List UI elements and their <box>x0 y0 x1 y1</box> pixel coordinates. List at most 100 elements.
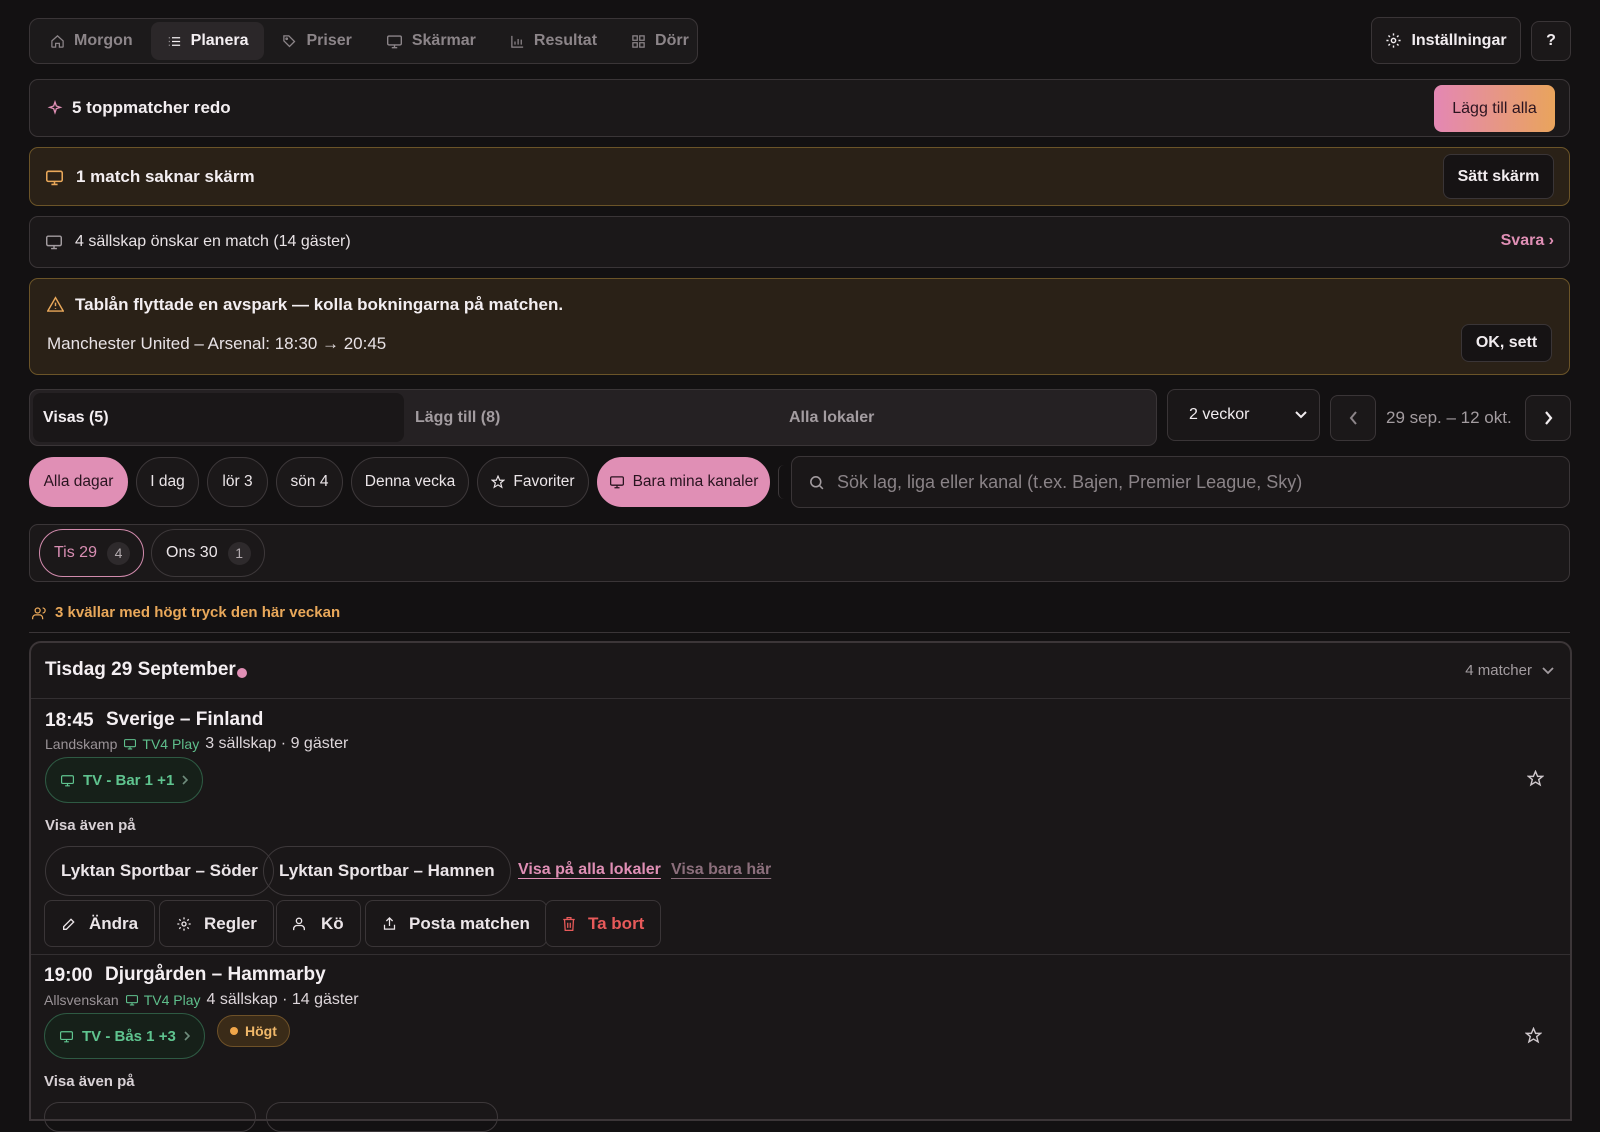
match-guests: 4 sällskap · 14 gäster <box>206 991 359 1008</box>
day-count-badge: 1 <box>227 541 251 565</box>
monitor-icon <box>45 234 63 250</box>
venue-pill[interactable] <box>266 1102 498 1132</box>
requests-text: 4 sällskap önskar en match (14 gäster) <box>75 233 351 250</box>
match-time: 19:00 <box>44 965 93 986</box>
day-header[interactable]: Tisdag 29 September 4 matcher <box>31 643 1570 699</box>
tab-label: Planera <box>190 32 249 49</box>
filter-saturday[interactable]: lör 3 <box>207 457 268 507</box>
set-screen-button[interactable]: Sätt skärm <box>1443 154 1554 199</box>
match-title[interactable]: Djurgården – Hammarby <box>105 964 326 986</box>
chevron-right-icon <box>1544 411 1553 425</box>
filter-label: lör 3 <box>222 473 253 490</box>
search-placeholder: Sök lag, liga eller kanal (t.ex. Bajen, … <box>837 471 1303 492</box>
tab-skarmar[interactable]: Skärmar <box>370 22 492 60</box>
chevron-right-icon <box>184 1031 190 1041</box>
monitor-icon <box>386 34 403 49</box>
edit-button[interactable]: Ändra <box>44 900 156 947</box>
missing-screen-text: 1 match saknar skärm <box>76 167 255 186</box>
chevron-down-icon <box>1295 411 1307 419</box>
gear-icon <box>176 916 192 932</box>
tab-priser[interactable]: Priser <box>266 22 367 60</box>
screen-label: TV - Bar 1 +1 <box>83 771 175 789</box>
search-input[interactable]: Sök lag, liga eller kanal (t.ex. Bajen, … <box>791 456 1570 508</box>
ok-seen-button[interactable]: OK, sett <box>1461 324 1552 362</box>
ok-seen-label: OK, sett <box>1475 334 1538 351</box>
post-match-button[interactable]: Posta matchen <box>365 900 547 947</box>
queue-label: Kö <box>321 913 344 933</box>
tab-label: Dörr <box>655 32 689 49</box>
match-guests: 3 sällskap · 9 gäster <box>205 735 349 752</box>
sparkle-icon <box>47 100 63 116</box>
help-label: ? <box>1546 32 1556 49</box>
match-meta: Landskamp TV4 Play 3 sällskap · 9 gäster <box>45 735 348 753</box>
settings-button[interactable]: Inställningar <box>1371 17 1521 64</box>
favorite-star-icon[interactable] <box>1527 770 1544 787</box>
show-all-venues-link[interactable]: Visa på alla lokaler <box>518 861 661 879</box>
monitor-icon <box>60 774 75 787</box>
grid-icon <box>631 34 646 49</box>
view-segments: Visas (5) Lägg till (8) Alla lokaler <box>29 389 1157 446</box>
venue-soder[interactable]: Lyktan Sportbar – Söder <box>45 846 274 896</box>
next-range-button[interactable] <box>1525 395 1571 441</box>
help-button[interactable]: ? <box>1531 21 1571 61</box>
range-select-value: 2 veckor <box>1189 406 1250 423</box>
schedule-change-detail: Manchester United – Arsenal: 18:30 → 20:… <box>47 334 387 353</box>
delete-button[interactable]: Ta bort <box>545 900 662 947</box>
segment-label: Lägg till (8) <box>415 408 501 426</box>
favorite-star-icon[interactable] <box>1525 1027 1542 1044</box>
add-all-button[interactable]: Lägg till alla <box>1434 85 1555 132</box>
screen-assignment[interactable]: TV - Bås 1 +3 <box>44 1013 205 1059</box>
requests-banner: 4 sällskap önskar en match (14 gäster) S… <box>29 216 1570 268</box>
filter-label: Alla dagar <box>43 473 114 490</box>
chevron-down-icon <box>1542 666 1554 675</box>
range-select[interactable]: 2 veckor <box>1167 389 1320 441</box>
missing-screen-banner: 1 match saknar skärm Sätt skärm <box>29 147 1570 206</box>
venue-label: Lyktan Sportbar – Hamnen <box>279 861 495 880</box>
monitor-icon <box>45 169 64 186</box>
day-tab-tue-29[interactable]: Tis 29 4 <box>39 529 144 577</box>
show-only-here-link[interactable]: Visa bara här <box>671 861 771 879</box>
monitor-icon <box>123 738 137 750</box>
divider <box>29 632 1570 633</box>
tab-resultat[interactable]: Resultat <box>494 22 613 60</box>
filter-favorites[interactable]: Favoriter <box>477 457 589 507</box>
day-count-badge: 4 <box>106 541 130 565</box>
day-label: Tis 29 <box>54 544 97 561</box>
edit-label: Ändra <box>89 913 139 933</box>
post-label: Posta matchen <box>409 913 530 933</box>
filter-all-days[interactable]: Alla dagar <box>29 457 128 507</box>
match-separator <box>31 954 1570 955</box>
venue-pill[interactable] <box>44 1102 256 1132</box>
segment-label: Alla lokaler <box>789 408 875 426</box>
warning-icon <box>47 296 64 312</box>
segment-label: Visas (5) <box>43 408 109 426</box>
tab-morgon[interactable]: Morgon <box>34 22 149 60</box>
screen-assignment[interactable]: TV - Bar 1 +1 <box>45 757 204 803</box>
list-icon <box>167 34 182 49</box>
venue-hamnen[interactable]: Lyktan Sportbar – Hamnen <box>263 846 511 896</box>
home-icon <box>50 34 65 49</box>
segment-shown[interactable]: Visas (5) <box>33 393 404 442</box>
filter-my-channels[interactable]: Bara mina kanaler <box>597 457 770 507</box>
filter-today[interactable]: I dag <box>136 457 199 507</box>
answer-link[interactable]: Svara › <box>1501 232 1554 250</box>
day-tab-wed-30[interactable]: Ons 30 1 <box>151 529 265 577</box>
users-icon <box>293 916 309 931</box>
day-section: Tisdag 29 September 4 matcher 18:45 Sver… <box>29 641 1572 1121</box>
filter-this-week[interactable]: Denna vecka <box>351 457 469 507</box>
match-title[interactable]: Sverige – Finland <box>106 709 263 731</box>
filter-label: Denna vecka <box>364 473 456 490</box>
monitor-icon <box>125 994 139 1006</box>
queue-button[interactable]: Kö <box>276 900 361 947</box>
tab-dorr[interactable]: Dörr <box>615 22 705 60</box>
channel-label: TV4 Play <box>142 736 200 752</box>
venue-label: Lyktan Sportbar – Söder <box>61 861 258 880</box>
segment-all-venues[interactable]: Alla lokaler <box>779 390 1151 445</box>
rules-button[interactable]: Regler <box>159 900 274 947</box>
set-screen-label: Sätt skärm <box>1457 167 1540 185</box>
filter-sunday[interactable]: sön 4 <box>276 457 343 507</box>
tab-planera[interactable]: Planera <box>150 22 265 60</box>
prev-range-button[interactable] <box>1330 395 1376 441</box>
segment-add[interactable]: Lägg till (8) <box>405 390 777 445</box>
status-dot <box>230 1027 238 1035</box>
